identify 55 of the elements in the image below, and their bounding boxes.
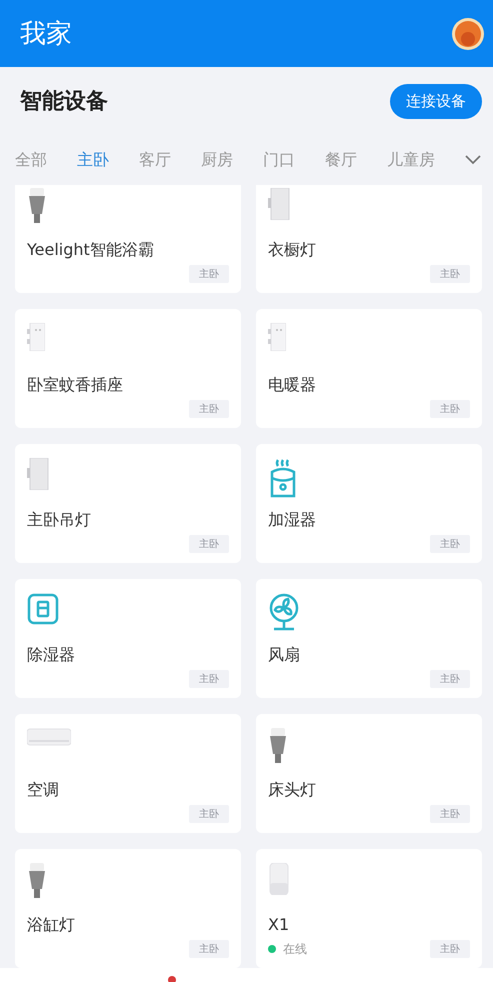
device-name: 卧室蚊香插座	[27, 375, 124, 396]
device-card[interactable]: 主卧吊灯 主卧	[15, 444, 241, 563]
avatar-icon[interactable]	[451, 16, 485, 50]
fan-icon	[268, 593, 300, 631]
room-tag: 主卧	[430, 265, 470, 283]
room-tag: 主卧	[430, 670, 470, 688]
device-name: 主卧吊灯	[27, 510, 92, 531]
device-name: 除湿器	[27, 645, 76, 666]
notification-dot-icon	[168, 976, 176, 982]
device-card[interactable]: 卧室蚊香插座 主卧	[15, 309, 241, 428]
wall-socket-icon	[27, 323, 45, 351]
device-card[interactable]: 风扇 主卧	[256, 579, 482, 698]
device-card[interactable]: 衣橱灯 主卧	[256, 185, 482, 293]
smart-speaker-icon	[268, 863, 290, 895]
room-tag: 主卧	[430, 400, 470, 418]
dehumidifier-icon	[27, 593, 59, 625]
room-tag: 主卧	[430, 535, 470, 553]
device-name: 电暖器	[268, 375, 317, 396]
humidifier-icon	[268, 458, 298, 500]
device-name: 衣橱灯	[268, 240, 317, 261]
device-card[interactable]: 电暖器 主卧	[256, 309, 482, 428]
room-tag: 主卧	[189, 805, 229, 823]
wall-switch-icon	[268, 188, 290, 220]
device-name: X1	[268, 915, 290, 934]
room-tag: 主卧	[189, 670, 229, 688]
device-card[interactable]: 空调 主卧	[15, 714, 241, 833]
device-name: Yeelight智能浴霸	[27, 240, 155, 261]
device-name: 风扇	[268, 645, 301, 666]
room-tag: 主卧	[189, 535, 229, 553]
room-tag: 主卧	[189, 400, 229, 418]
device-card[interactable]: 除湿器 主卧	[15, 579, 241, 698]
air-conditioner-icon	[27, 728, 71, 746]
device-name: 空调	[27, 780, 60, 801]
device-status: 在线	[283, 940, 307, 958]
device-name: 加湿器	[268, 510, 317, 531]
light-bulb-icon	[27, 188, 47, 226]
room-tag: 主卧	[430, 805, 470, 823]
wall-switch-icon	[27, 458, 49, 490]
page-title: 我家	[20, 18, 72, 51]
device-name: 浴缸灯	[27, 915, 76, 936]
device-card[interactable]: 床头灯 主卧	[256, 714, 482, 833]
device-card[interactable]: 加湿器 主卧	[256, 444, 482, 563]
device-card[interactable]: Yeelight智能浴霸 主卧	[15, 185, 241, 293]
device-card[interactable]: X1 在线 主卧	[256, 849, 482, 968]
section-title: 智能设备	[20, 88, 108, 116]
light-bulb-icon	[27, 863, 47, 901]
room-tag: 主卧	[189, 265, 229, 283]
device-card[interactable]: 浴缸灯 主卧	[15, 849, 241, 968]
room-tag: 主卧	[189, 940, 229, 958]
wall-socket-icon	[268, 323, 286, 351]
device-name: 床头灯	[268, 780, 317, 801]
room-tag: 主卧	[430, 940, 470, 958]
connect-device-button[interactable]: 连接设备	[390, 84, 482, 118]
chevron-down-icon[interactable]	[465, 155, 481, 165]
light-bulb-icon	[268, 728, 288, 766]
